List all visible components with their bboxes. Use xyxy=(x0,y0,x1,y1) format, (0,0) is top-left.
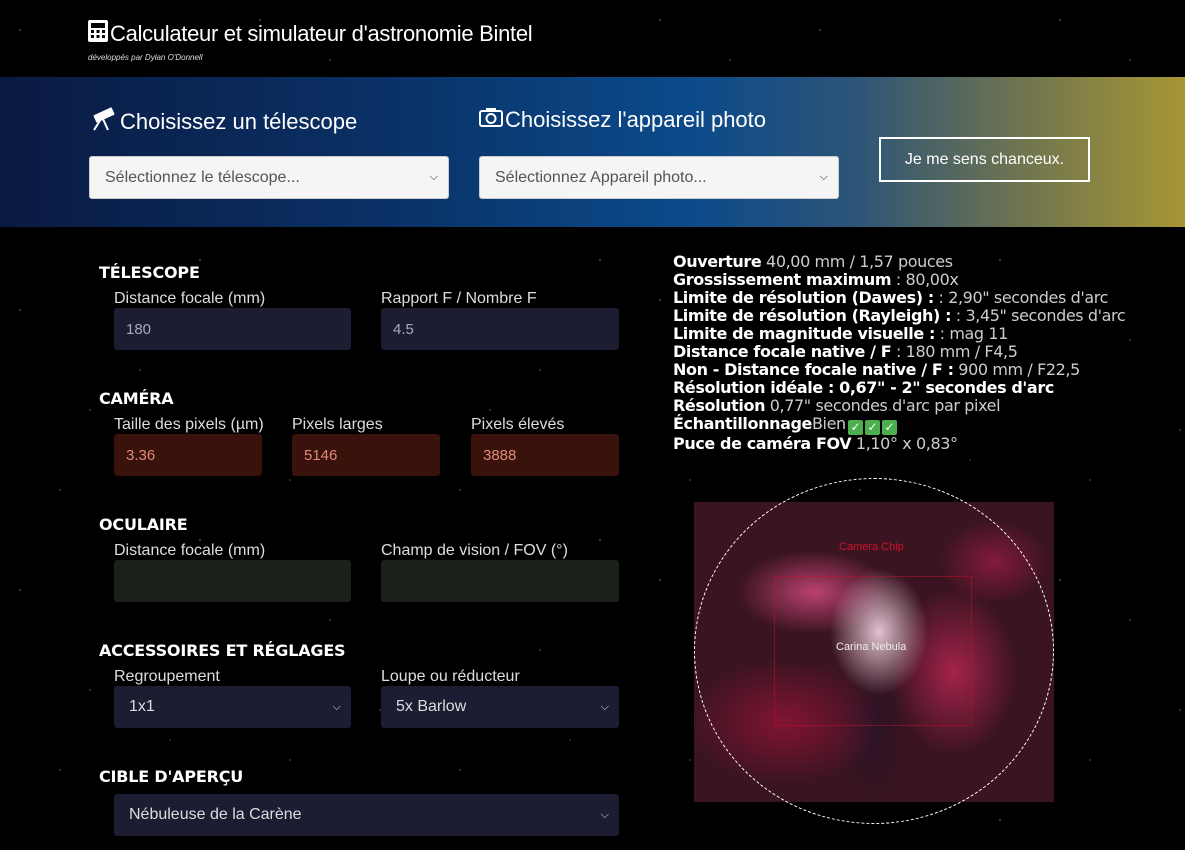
target-select[interactable]: Nébuleuse de la Carène ⌵ xyxy=(114,794,619,836)
camera-heading: Choisissez l'appareil photo xyxy=(479,107,766,133)
barlow-select[interactable]: 5x Barlow ⌵ xyxy=(381,686,619,728)
selector-band: Choisissez un télescope Sélectionnez le … xyxy=(0,77,1185,227)
chevron-down-icon: ⌵ xyxy=(429,171,438,183)
eyepiece-focal-label: Distance focale (mm) xyxy=(114,542,266,559)
stat-row: Résolution 0,77" secondes d'arc par pixe… xyxy=(673,396,1001,415)
stat-row: Résolution idéale : 0,67" - 2" secondes … xyxy=(673,378,1054,397)
telescope-heading: Choisissez un télescope xyxy=(88,107,357,137)
fov-preview: Camera Chip Carina Nebula xyxy=(694,478,1054,824)
eyepiece-section-title: OCULAIRE xyxy=(99,515,188,534)
pixel-height-input[interactable]: 3888 xyxy=(471,434,619,476)
eyepiece-focal-input[interactable] xyxy=(114,560,351,602)
telescope-icon xyxy=(88,107,118,137)
pixel-size-input[interactable]: 3.36 xyxy=(114,434,262,476)
telescope-focal-label: Distance focale (mm) xyxy=(114,290,266,307)
stat-row: Non - Distance focale native / F : 900 m… xyxy=(673,360,1080,379)
binning-select[interactable]: 1x1 ⌵ xyxy=(114,686,351,728)
stat-row: Limite de résolution (Dawes) : : 2,90" s… xyxy=(673,288,1108,307)
pixel-width-label: Pixels larges xyxy=(292,416,383,433)
stat-row: Puce de caméra FOV 1,10° x 0,83° xyxy=(673,434,958,453)
telescope-ratio-label: Rapport F / Nombre F xyxy=(381,290,537,307)
accessories-section-title: ACCESSOIRES ET RÉGLAGES xyxy=(99,641,346,660)
lucky-button[interactable]: Je me sens chanceux. xyxy=(879,137,1090,182)
chevron-down-icon: ⌵ xyxy=(600,700,609,713)
barlow-label: Loupe ou réducteur xyxy=(381,668,520,685)
telescope-section-title: TÉLESCOPE xyxy=(99,263,200,282)
checkmark-icon: ✓ xyxy=(847,420,863,435)
calculator-icon xyxy=(88,20,108,47)
telescope-select[interactable]: Sélectionnez le télescope... ⌵ xyxy=(89,156,449,199)
stat-row: ÉchantillonnageBien ✓ ✓ ✓ xyxy=(673,415,1125,435)
camera-section-title: CAMÉRA xyxy=(99,389,174,408)
chevron-down-icon: ⌵ xyxy=(600,808,609,821)
chevron-down-icon: ⌵ xyxy=(332,700,341,713)
camera-icon xyxy=(479,107,503,133)
pixel-size-label: Taille des pixels (µm) xyxy=(114,416,264,433)
stat-row: Limite de résolution (Rayleigh) : : 3,45… xyxy=(673,306,1126,325)
stat-row: Grossissement maximum : 80,00x xyxy=(673,270,959,289)
target-label: Carina Nebula xyxy=(836,641,907,653)
eyepiece-fov-label: Champ de vision / FOV (°) xyxy=(381,542,568,559)
telescope-focal-input[interactable]: 180 xyxy=(114,308,351,350)
stat-row: Limite de magnitude visuelle : : mag 11 xyxy=(673,324,1008,343)
page-header: Calculateur et simulateur d'astronomie B… xyxy=(88,20,533,62)
telescope-ratio-input[interactable]: 4.5 xyxy=(381,308,619,350)
eyepiece-fov-input[interactable] xyxy=(381,560,619,602)
stat-row: Ouverture 40,00 mm / 1,57 pouces xyxy=(673,252,953,271)
binning-label: Regroupement xyxy=(114,668,220,685)
pixel-height-label: Pixels élevés xyxy=(471,416,565,433)
checkmark-icon: ✓ xyxy=(881,420,897,435)
camera-chip-label: Camera Chip xyxy=(839,541,904,553)
stat-row: Distance focale native / F : 180 mm / F4… xyxy=(673,342,1018,361)
pixel-width-input[interactable]: 5146 xyxy=(292,434,440,476)
page-title: Calculateur et simulateur d'astronomie B… xyxy=(110,20,533,46)
target-section-title: CIBLE D'APERÇU xyxy=(99,767,244,786)
page-subtitle: développés par Dylan O'Donnell xyxy=(88,53,203,62)
stats-panel: Ouverture 40,00 mm / 1,57 pouces Grossis… xyxy=(673,252,1126,453)
checkmark-icon: ✓ xyxy=(864,420,880,435)
camera-select[interactable]: Sélectionnez Appareil photo... ⌵ xyxy=(479,156,839,199)
chevron-down-icon: ⌵ xyxy=(819,171,828,183)
